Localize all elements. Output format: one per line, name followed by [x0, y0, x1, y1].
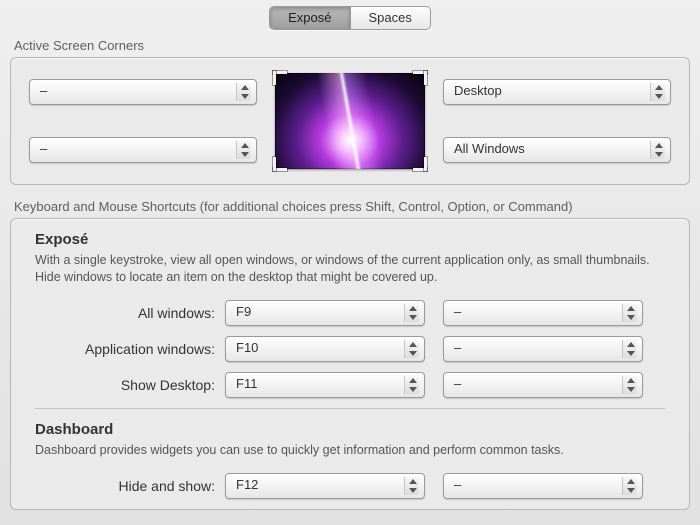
- updown-arrows-icon: [407, 304, 417, 322]
- all-windows-mouse-value: –: [454, 304, 461, 319]
- updown-arrows-icon: [625, 340, 635, 358]
- show-desktop-mouse-popup[interactable]: –: [443, 372, 643, 398]
- all-windows-label: All windows:: [35, 305, 225, 321]
- hide-and-show-label: Hide and show:: [35, 478, 225, 494]
- active-screen-corners-label: Active Screen Corners: [10, 38, 690, 57]
- application-windows-key-popup[interactable]: F10: [225, 336, 425, 362]
- all-windows-mouse-popup[interactable]: –: [443, 300, 643, 326]
- hide-and-show-key-value: F12: [236, 477, 258, 492]
- corner-top-right-value: Desktop: [454, 83, 502, 98]
- updown-arrows-icon: [239, 83, 249, 101]
- updown-arrows-icon: [625, 376, 635, 394]
- show-desktop-key-popup[interactable]: F11: [225, 372, 425, 398]
- divider: [35, 408, 665, 409]
- dashboard-heading: Dashboard: [35, 421, 665, 438]
- application-windows-label: Application windows:: [35, 341, 225, 357]
- corner-marker-icon: [413, 71, 427, 85]
- corner-bottom-right-value: All Windows: [454, 141, 525, 156]
- show-desktop-key-value: F11: [236, 376, 257, 391]
- row-all-windows: All windows: F9 –: [35, 300, 665, 326]
- corner-marker-icon: [273, 71, 287, 85]
- corner-bottom-right-popup[interactable]: All Windows: [443, 137, 671, 163]
- shortcuts-group: Exposé With a single keystroke, view all…: [10, 218, 690, 510]
- hide-and-show-mouse-popup[interactable]: –: [443, 473, 643, 499]
- hide-and-show-key-popup[interactable]: F12: [225, 473, 425, 499]
- corner-marker-icon: [413, 157, 427, 171]
- corner-top-left-popup[interactable]: –: [29, 79, 257, 105]
- updown-arrows-icon: [653, 83, 663, 101]
- tab-bar: Exposé Spaces: [10, 0, 690, 38]
- updown-arrows-icon: [407, 477, 417, 495]
- corner-bottom-left-popup[interactable]: –: [29, 137, 257, 163]
- expose-heading: Exposé: [35, 231, 665, 248]
- application-windows-mouse-value: –: [454, 340, 461, 355]
- corner-top-left-value: –: [40, 83, 47, 98]
- updown-arrows-icon: [407, 340, 417, 358]
- segmented-control: Exposé Spaces: [269, 6, 431, 30]
- dashboard-description: Dashboard provides widgets you can use t…: [35, 442, 665, 459]
- row-show-desktop: Show Desktop: F11 –: [35, 372, 665, 398]
- updown-arrows-icon: [407, 376, 417, 394]
- tab-expose[interactable]: Exposé: [270, 7, 349, 29]
- application-windows-mouse-popup[interactable]: –: [443, 336, 643, 362]
- updown-arrows-icon: [625, 304, 635, 322]
- row-application-windows: Application windows: F10 –: [35, 336, 665, 362]
- show-desktop-mouse-value: –: [454, 376, 461, 391]
- corner-marker-icon: [273, 157, 287, 171]
- all-windows-key-value: F9: [236, 304, 251, 319]
- corner-top-right-popup[interactable]: Desktop: [443, 79, 671, 105]
- tab-spaces[interactable]: Spaces: [350, 7, 430, 29]
- application-windows-key-value: F10: [236, 340, 258, 355]
- shortcuts-section-label: Keyboard and Mouse Shortcuts (for additi…: [10, 199, 690, 218]
- updown-arrows-icon: [653, 141, 663, 159]
- hide-and-show-mouse-value: –: [454, 477, 461, 492]
- corner-bottom-left-value: –: [40, 141, 47, 156]
- hot-corners-group: – Desktop – All Windows: [10, 57, 690, 185]
- desktop-preview: [275, 73, 425, 169]
- all-windows-key-popup[interactable]: F9: [225, 300, 425, 326]
- row-hide-and-show: Hide and show: F12 –: [35, 473, 665, 499]
- show-desktop-label: Show Desktop:: [35, 377, 225, 393]
- expose-description: With a single keystroke, view all open w…: [35, 252, 665, 286]
- updown-arrows-icon: [625, 477, 635, 495]
- expose-spaces-prefpane: Exposé Spaces Active Screen Corners – De…: [0, 0, 700, 525]
- updown-arrows-icon: [239, 141, 249, 159]
